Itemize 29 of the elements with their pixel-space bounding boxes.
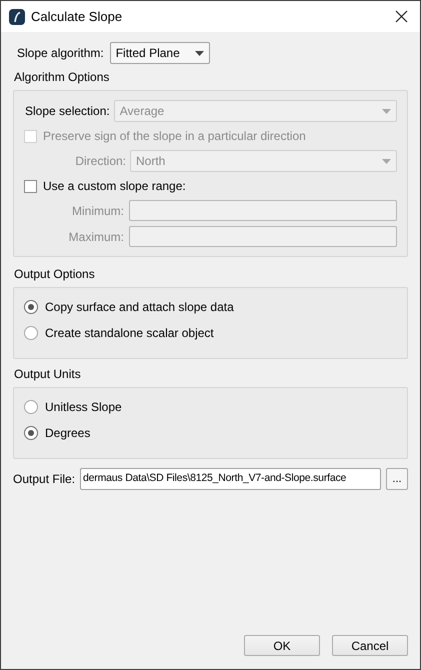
output-file-field[interactable]: dermaus Data\SD Files\8125_North_V7-and-Slope.surface <box>80 468 381 490</box>
option-label: Copy surface and attach slope data <box>45 299 234 316</box>
option-label: Create standalone scalar object <box>45 325 214 342</box>
field-label: Slope selection: <box>25 103 110 120</box>
option-label: Unitless Slope <box>45 399 122 416</box>
radio-button[interactable] <box>24 300 38 314</box>
window-title: Calculate Slope <box>31 8 122 26</box>
group-title: Output Units <box>13 366 82 383</box>
dropdown-arrow-icon <box>382 108 391 114</box>
dropdown-arrow-icon <box>194 50 204 56</box>
field-label: Output File: <box>13 471 76 488</box>
option-label: Degrees <box>45 425 90 442</box>
browse-button[interactable]: ... <box>386 468 408 490</box>
radio-button[interactable] <box>24 426 38 440</box>
field-label: Direction: <box>74 153 126 170</box>
field-label: Slope algorithm: <box>17 45 104 62</box>
radio-button[interactable] <box>24 400 38 414</box>
dialog-button[interactable]: OK <box>244 635 320 656</box>
field-label: Minimum: <box>70 202 124 220</box>
algorithm-dropdown[interactable]: Fitted Plane <box>110 42 210 64</box>
group-title: Output Options <box>13 266 96 283</box>
close-icon <box>394 10 408 23</box>
app-logo-icon <box>9 8 25 24</box>
dialog-button[interactable]: Cancel <box>332 635 408 656</box>
field-label: Maximum: <box>68 228 124 246</box>
group-title: Algorithm Options <box>13 69 110 86</box>
dropdown-arrow-icon <box>382 158 391 164</box>
checkbox[interactable]: Use a custom slope range: <box>24 177 397 195</box>
radio-button[interactable] <box>24 326 38 340</box>
